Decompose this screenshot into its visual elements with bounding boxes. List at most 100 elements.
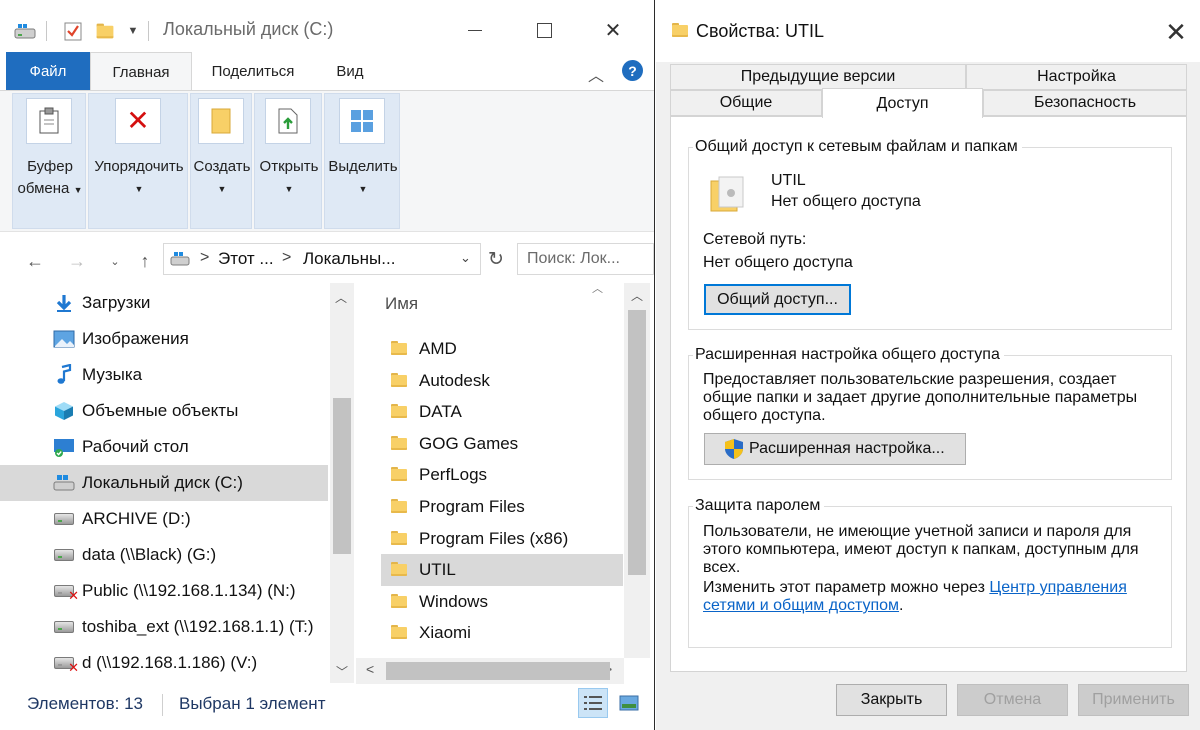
tab-view[interactable]: Вид	[316, 52, 384, 90]
dropdown-arrow-icon: ▼	[284, 184, 294, 194]
properties-icon[interactable]	[62, 20, 84, 42]
large-icons-view-icon[interactable]	[614, 688, 644, 718]
help-icon[interactable]: ?	[622, 60, 643, 81]
back-arrow-icon[interactable]: ←	[22, 248, 48, 274]
dropdown-arrow-icon: ▼	[134, 184, 144, 194]
nav-item[interactable]: Загрузки	[0, 285, 328, 321]
ribbon-group-organize[interactable]: ✕ Упорядочить ▼	[88, 93, 188, 229]
details-view-icon[interactable]	[578, 688, 608, 718]
file-row[interactable]: GOG Games	[381, 428, 623, 460]
column-header-name[interactable]: Имя	[385, 294, 418, 314]
ribbon-group-select[interactable]: Выделить ▼	[324, 93, 400, 229]
tab-home[interactable]: Главная	[90, 52, 192, 91]
cancel-button[interactable]: Отмена	[957, 684, 1068, 716]
minimize-button[interactable]	[452, 11, 498, 49]
ribbon-tabs: Файл Главная Поделиться Вид ︿ ?	[0, 52, 654, 91]
nav-item[interactable]: Рабочий стол	[0, 429, 328, 465]
drive-icon	[52, 508, 76, 530]
delete-icon: ✕	[115, 98, 161, 144]
share-button[interactable]: Общий доступ...	[704, 284, 851, 315]
disconnected-drive-icon: ✕	[52, 580, 79, 602]
dialog-close-button[interactable]: ✕	[1156, 14, 1196, 50]
recent-locations-chevron-icon[interactable]: ⌄	[102, 248, 128, 274]
minimize-icon	[468, 29, 482, 31]
item-count: Элементов: 13	[27, 694, 143, 713]
close-button[interactable]: ✕	[590, 11, 636, 49]
close-icon: ✕	[604, 19, 622, 42]
tab-previous-versions[interactable]: Предыдущие версии	[670, 64, 966, 90]
nav-item[interactable]: Изображения	[0, 321, 328, 357]
file-row[interactable]: Windows	[381, 586, 623, 618]
file-vertical-scrollbar-thumb[interactable]	[628, 310, 646, 575]
nav-item-label: toshiba_ext (\\192.168.1.1) (T:)	[82, 617, 314, 636]
tab-sharing[interactable]: Доступ	[822, 88, 983, 118]
advanced-sharing-legend: Расширенная настройка общего доступа	[693, 346, 1004, 364]
ribbon-group-label: Открыть	[259, 158, 319, 175]
tab-file[interactable]: Файл	[6, 52, 90, 90]
breadcrumb-this-pc[interactable]: Этот ...	[218, 249, 274, 269]
drive-app-icon	[14, 20, 36, 42]
tab-customize[interactable]: Настройка	[966, 64, 1187, 90]
nav-item[interactable]: data (\\Black) (G:)	[0, 537, 328, 573]
folder-icon	[391, 593, 409, 610]
nav-item[interactable]: toshiba_ext (\\192.168.1.1) (T:)	[0, 609, 328, 645]
folder-icon	[391, 404, 409, 420]
nav-item-label: Рабочий стол	[82, 437, 189, 456]
file-row[interactable]: PerfLogs	[381, 459, 623, 491]
password-protection-text: Пользователи, не имеющие учетной записи …	[703, 523, 1139, 576]
nav-item[interactable]: Локальный диск (C:)	[0, 465, 328, 501]
scroll-down-icon[interactable]: ﹀	[336, 663, 348, 680]
tab-share[interactable]: Поделиться	[190, 52, 316, 90]
collapse-ribbon-icon[interactable]: ︿	[588, 62, 604, 86]
tab-security[interactable]: Безопасность	[983, 90, 1187, 116]
scroll-left-icon[interactable]: <	[366, 661, 374, 677]
nav-item[interactable]: ✕ d (\\192.168.1.186) (V:)	[0, 645, 328, 681]
scroll-up-icon[interactable]: ︿	[335, 289, 347, 306]
file-row[interactable]: DATA	[381, 396, 623, 428]
forward-arrow-icon[interactable]: →	[64, 248, 90, 274]
maximize-button[interactable]	[521, 11, 567, 49]
refresh-icon[interactable]: ↻	[483, 246, 509, 272]
nav-item-label: d (\\192.168.1.186) (V:)	[82, 653, 258, 672]
file-row[interactable]: Program Files (x86)	[381, 523, 623, 555]
up-arrow-icon[interactable]: ↑	[132, 248, 158, 274]
customize-quick-access-icon[interactable]: ▼	[122, 20, 144, 42]
search-input[interactable]: Поиск: Лок...	[517, 243, 654, 275]
network-drive-icon	[52, 544, 76, 566]
nav-item[interactable]: ARCHIVE (D:)	[0, 501, 328, 537]
scroll-up-icon[interactable]: ︿	[631, 287, 643, 304]
address-dropdown-icon[interactable]: ⌄	[460, 250, 471, 266]
file-row[interactable]: AMD	[381, 333, 623, 365]
ribbon-group-clipboard[interactable]: Буфер обмена ▼	[12, 93, 86, 229]
ribbon-group-label: Упорядочить	[94, 158, 184, 175]
address-bar[interactable]: > Этот ... > Локальны... ⌄	[163, 243, 481, 275]
folder-icon	[391, 467, 409, 483]
file-name: DATA	[419, 402, 462, 422]
advanced-sharing-button[interactable]: Расширенная настройка...	[704, 433, 966, 465]
close-icon: ✕	[1165, 16, 1187, 47]
tab-general[interactable]: Общие	[670, 90, 822, 116]
open-icon	[265, 98, 311, 144]
file-row[interactable]: Xiaomi	[381, 617, 623, 649]
file-row[interactable]: UTIL	[381, 554, 623, 587]
ribbon-group-open[interactable]: Открыть ▼	[254, 93, 322, 229]
new-folder-quick-icon[interactable]	[94, 20, 116, 42]
3d-objects-icon	[52, 400, 76, 422]
ribbon-group-new[interactable]: Создать ▼	[190, 93, 252, 229]
file-row[interactable]: Program Files	[381, 491, 623, 523]
nav-item-label: ARCHIVE (D:)	[82, 509, 191, 528]
dropdown-arrow-icon: ▼	[73, 185, 83, 195]
breadcrumb-local-disk[interactable]: Локальны...	[303, 249, 395, 269]
nav-scrollbar-thumb[interactable]	[333, 398, 351, 554]
apply-button[interactable]: Применить	[1078, 684, 1189, 716]
nav-item[interactable]: Музыка	[0, 357, 328, 393]
nav-item[interactable]: Объемные объекты	[0, 393, 328, 429]
network-path-label: Сетевой путь:	[703, 231, 807, 248]
file-row[interactable]: Autodesk	[381, 365, 623, 397]
nav-item-label: Музыка	[82, 365, 143, 384]
file-horizontal-scrollbar-thumb[interactable]	[386, 662, 610, 680]
uac-shield-icon	[723, 438, 745, 460]
nav-item[interactable]: ✕ Public (\\192.168.1.134) (N:)	[0, 573, 328, 609]
close-dialog-button[interactable]: Закрыть	[836, 684, 947, 716]
sort-indicator-icon: ︿	[592, 283, 603, 295]
